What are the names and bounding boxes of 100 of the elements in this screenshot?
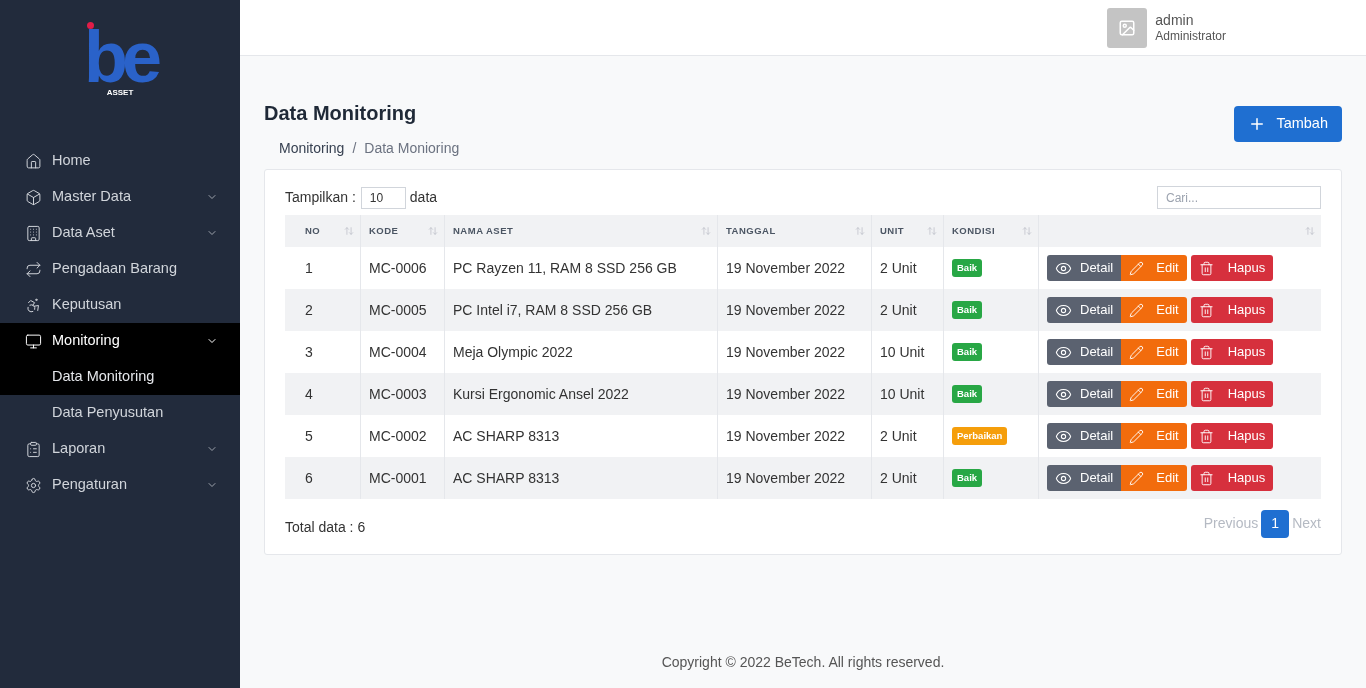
table-cell-text: 19 November 2022 [726,342,846,362]
pencil-icon [1129,470,1145,486]
arrows-icon [25,260,42,278]
sort-icon[interactable] [927,226,937,236]
trash-icon [1198,260,1214,276]
delete-button[interactable]: Hapus [1190,339,1274,365]
table-cell-text: MC-0006 [369,258,427,278]
detail-button[interactable]: Detail [1047,423,1122,449]
breadcrumb-item[interactable]: Monitoring [279,138,345,159]
delete-button[interactable]: Hapus [1190,465,1274,491]
table-cell-text: 2 [305,300,313,320]
trash-icon [1198,302,1214,318]
status-badge: Baik [952,300,983,320]
pencil-icon [1129,428,1145,444]
table-cell-text: AC SHARP 8313 [453,426,560,446]
detail-button[interactable]: Detail [1047,339,1122,365]
building-icon [25,224,42,242]
total-count: Total data : 6 [285,518,366,537]
column-header[interactable]: UNIT [880,223,905,239]
breadcrumb-item: Data Monioring [364,139,460,158]
sidebar-subitem[interactable]: Data Penyusutan [0,395,240,431]
search-field[interactable]: Cari... [1157,186,1321,209]
column-header[interactable]: NO [305,223,321,239]
sidebar-item[interactable]: Pengadaan Barang [0,251,240,287]
copyright-text: Copyright © 2022 BeTech. All rights reserved. [660,653,946,672]
delete-button[interactable]: Hapus [1190,423,1274,449]
column-header[interactable]: TANGGAL [726,223,776,239]
detail-button[interactable]: Detail [1047,255,1122,281]
sidebar-item[interactable]: Data Aset [0,215,240,251]
logo-caption: ASSET [106,87,134,99]
pencil-icon [1129,302,1145,318]
table-cell-text: 19 November 2022 [726,300,846,320]
table-cell-text: MC-0005 [369,300,427,320]
person-icon [25,296,42,314]
table-cell-text: 2 Unit [880,426,917,446]
table-cell-text: 10 Unit [880,342,925,362]
detail-button[interactable]: Detail [1047,297,1122,323]
page-title: Data Monitoring [264,101,418,126]
table-cell-text: 4 [305,384,313,404]
column-header[interactable]: NAMA ASET [453,223,514,239]
table-cell-text: 6 [305,468,313,488]
sort-icon[interactable] [1022,226,1032,236]
table-cell-text: Meja Olympic 2022 [453,342,573,362]
breadcrumb-separator: / [352,139,357,158]
page-link[interactable]: 1 [1261,509,1290,538]
table-cell-text: 2 Unit [880,300,917,320]
table-cell-text: PC Intel i7, RAM 8 SSD 256 GB [453,300,653,320]
delete-button[interactable]: Hapus [1190,381,1274,407]
sort-icon[interactable] [855,226,865,236]
add-button[interactable]: Tambah [1234,106,1342,142]
table-cell-text: MC-0003 [369,384,427,404]
status-badge: Baik [952,468,983,488]
table-cell-text: 2 Unit [880,258,917,278]
gear-icon [25,476,42,494]
user-name: admin [1155,11,1195,28]
table-cell-text: AC SHARP 8313 [453,468,560,488]
table-cell-text: 19 November 2022 [726,426,846,446]
pencil-icon [1129,260,1145,276]
table-cell-text: 10 Unit [880,384,925,404]
sidebar-item[interactable]: Monitoring [0,323,240,359]
status-badge: Baik [952,342,983,362]
table-cell-text: 19 November 2022 [726,258,846,278]
pencil-icon [1129,386,1145,402]
sidebar-item[interactable]: Home [0,143,240,179]
user-role: Administrator [1155,27,1226,44]
sidebar-subitem[interactable]: Data Monitoring [0,359,240,395]
sort-icon[interactable] [1305,226,1315,236]
table-cell-text: 3 [305,342,313,362]
sort-icon[interactable] [344,226,354,236]
delete-button[interactable]: Hapus [1190,255,1274,281]
sidebar-item[interactable]: Laporan [0,431,240,467]
page-size-field[interactable]: 10 [360,186,406,209]
trash-icon [1198,470,1214,486]
table-cell-text: 5 [305,426,313,446]
trash-icon [1198,428,1214,444]
table-cell-text: 19 November 2022 [726,468,846,488]
show-label: Tampilkan : [285,188,356,207]
table-cell-text: 1 [305,258,313,278]
sort-icon[interactable] [701,226,711,236]
detail-button[interactable]: Detail [1047,465,1122,491]
table-cell-text: 2 Unit [880,468,917,488]
table-cell-text: PC Rayzen 11, RAM 8 SSD 256 GB [453,258,677,278]
detail-button[interactable]: Detail [1047,381,1122,407]
delete-button[interactable]: Hapus [1190,297,1274,323]
table-cell-text: Kursi Ergonomic Ansel 2022 [453,384,629,404]
sidebar-item[interactable]: Master Data [0,179,240,215]
pencil-icon [1129,344,1145,360]
box-icon [25,188,42,206]
table-cell-text: MC-0002 [369,426,427,446]
sidebar-item[interactable]: Pengaturan [0,467,240,503]
sort-icon[interactable] [428,226,438,236]
table-cell-text: MC-0001 [369,468,427,488]
table-cell-text: 19 November 2022 [726,384,846,404]
trash-icon [1198,386,1214,402]
column-header[interactable]: KONDISI [952,223,996,239]
table-cell-text: MC-0004 [369,342,427,362]
sidebar-item[interactable]: Keputusan [0,287,240,323]
clipboard-icon [25,440,42,458]
monitor-icon [25,332,42,350]
column-header[interactable]: KODE [369,223,399,239]
